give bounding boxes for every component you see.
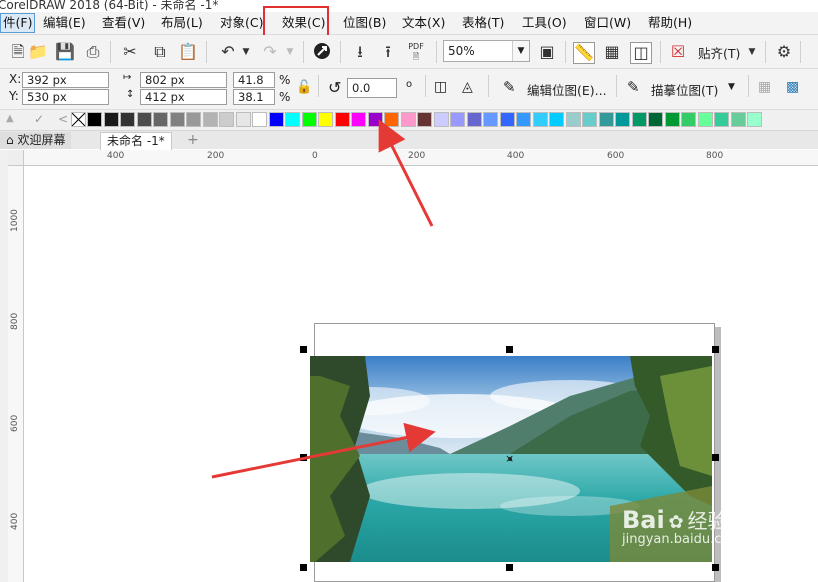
annotation-arrows — [211, 119, 436, 479]
arrow-to-image — [211, 422, 436, 479]
arrow-to-purple-swatch — [378, 119, 434, 227]
